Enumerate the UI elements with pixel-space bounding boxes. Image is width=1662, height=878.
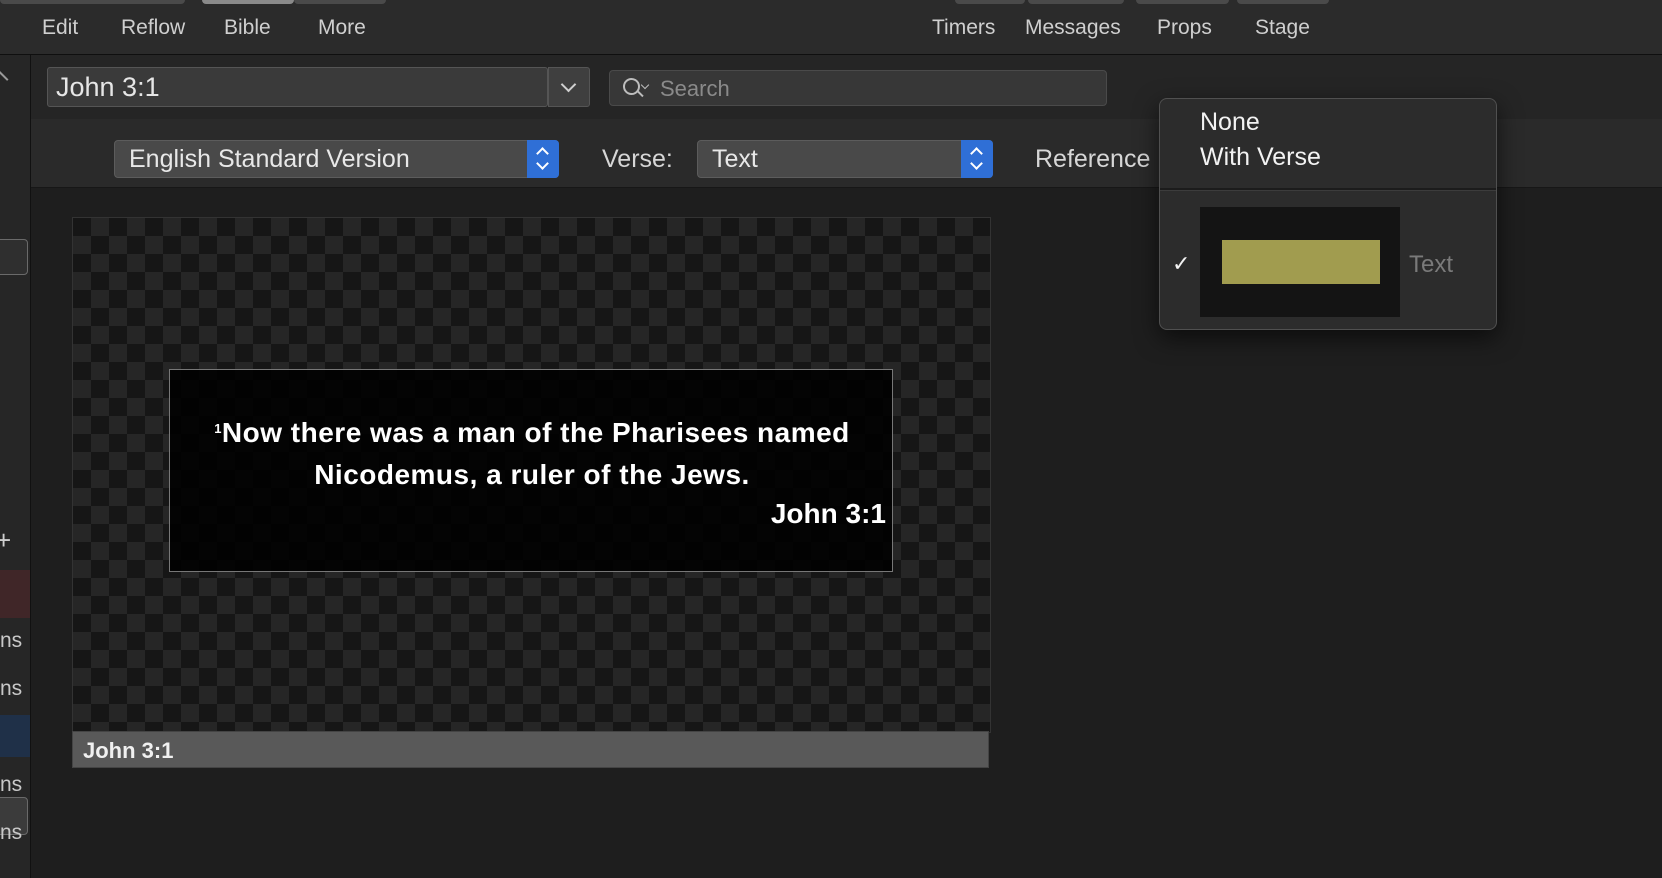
swatch-color: [1222, 240, 1380, 284]
menu-reflow[interactable]: Reflow: [121, 16, 185, 40]
menu-more[interactable]: More: [318, 16, 366, 40]
toolbar-messages[interactable]: Messages: [1025, 16, 1121, 40]
preview-caption: John 3:1: [72, 731, 989, 768]
sidebar-item-selected[interactable]: [0, 715, 30, 757]
reference-dropdown-button[interactable]: [548, 67, 590, 107]
menu-item-with-verse[interactable]: With Verse: [1200, 143, 1321, 172]
search-options-chevron-icon[interactable]: [640, 80, 650, 90]
sidebar-item-label[interactable]: ns: [0, 821, 22, 845]
verse-select[interactable]: Text: [697, 140, 993, 178]
tab-indicator-active[interactable]: [202, 0, 294, 4]
verse-value: Text: [712, 145, 758, 173]
search-icon: [623, 78, 640, 95]
verse-number: 1: [214, 421, 222, 436]
reference-style-swatch[interactable]: [1200, 207, 1400, 317]
left-sidebar: + ns ns ns ns: [0, 55, 31, 878]
toolbar-props[interactable]: Props: [1157, 16, 1212, 40]
verse-label: Verse:: [602, 145, 673, 173]
slide-preview[interactable]: 1Now there was a man of the Pharisees na…: [72, 217, 991, 733]
reference-dropdown-menu: None ✓ With Verse Text: [1159, 98, 1497, 330]
sidebar-field[interactable]: [0, 239, 28, 275]
menu-bible[interactable]: Bible: [224, 16, 271, 40]
sidebar-item-label[interactable]: ns: [0, 629, 22, 653]
menu-item-none[interactable]: None: [1200, 108, 1260, 137]
style-label: Text: [1409, 251, 1454, 278]
reference-input[interactable]: [48, 68, 548, 106]
tab-indicator[interactable]: [1028, 0, 1124, 4]
add-icon[interactable]: +: [0, 525, 11, 556]
collapse-chevron-icon[interactable]: [0, 71, 9, 90]
tab-indicator[interactable]: [1237, 0, 1329, 4]
slide-text-box[interactable]: 1Now there was a man of the Pharisees na…: [169, 369, 893, 572]
tab-indicator[interactable]: [0, 0, 185, 4]
menu-divider: [1160, 188, 1496, 191]
verse-body: Now there was a man of the Pharisees nam…: [221, 417, 850, 490]
select-stepper-icon: [527, 140, 559, 178]
tab-indicator[interactable]: [1136, 0, 1229, 4]
sidebar-item-highlighted[interactable]: [0, 570, 30, 618]
translation-value: English Standard Version: [129, 145, 410, 173]
tab-indicator[interactable]: [955, 0, 1025, 4]
translation-select[interactable]: English Standard Version: [114, 140, 559, 178]
search-field[interactable]: [609, 70, 1107, 107]
sidebar-item-label[interactable]: ns: [0, 773, 22, 797]
slide-reference: John 3:1: [770, 498, 886, 529]
toolbar-timers[interactable]: Timers: [932, 16, 995, 40]
tab-indicator[interactable]: [294, 0, 386, 4]
chevron-down-icon: [560, 76, 577, 93]
checkmark-icon: ✓: [1172, 251, 1191, 276]
preview-caption-label: John 3:1: [83, 738, 174, 763]
toolbar-stage[interactable]: Stage: [1255, 16, 1310, 40]
select-stepper-icon: [961, 140, 993, 178]
reference-field[interactable]: [47, 67, 548, 107]
sidebar-item-label[interactable]: ns: [0, 677, 22, 701]
verse-text: 1Now there was a man of the Pharisees na…: [178, 412, 886, 496]
search-input[interactable]: [658, 71, 1102, 107]
reference-label: Reference: [1035, 145, 1151, 173]
top-toolbar: Edit Reflow Bible More Timers Messages P…: [0, 0, 1662, 55]
menu-edit[interactable]: Edit: [42, 16, 78, 40]
